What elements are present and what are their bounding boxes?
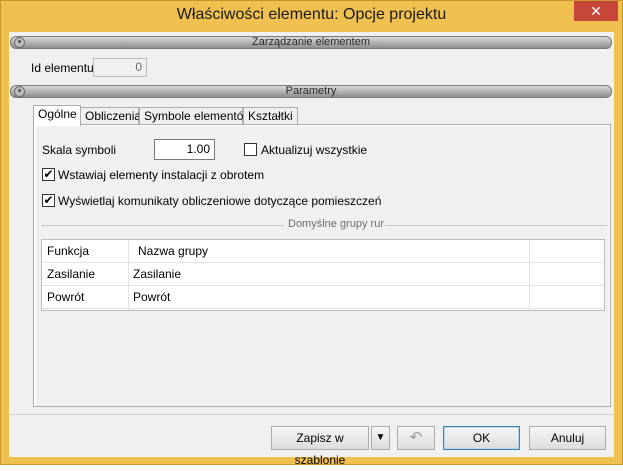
undo-button[interactable]: ↶ xyxy=(397,426,435,450)
tab-panel-general: Skala symboli 1.00 Aktualizuj wszystkie … xyxy=(33,124,611,407)
column-divider xyxy=(128,240,129,310)
close-icon: ✕ xyxy=(590,3,602,19)
close-button[interactable]: ✕ xyxy=(574,1,618,21)
show-messages-checkbox[interactable]: ✔ xyxy=(42,194,55,207)
table-cell[interactable]: Powrót xyxy=(42,286,84,309)
check-icon: ✔ xyxy=(43,167,54,181)
save-template-button[interactable]: Zapisz w szablonie xyxy=(271,426,369,467)
symbol-scale-input[interactable]: 1.00 xyxy=(154,139,215,160)
cancel-button[interactable]: Anuluj xyxy=(529,426,606,450)
collapse-icon[interactable]: ▾ xyxy=(14,86,25,97)
insert-with-rotation-label: Wstawiaj elementy instalacji z obrotem xyxy=(58,168,265,182)
general-options: Skala symboli 1.00 Aktualizuj wszystkie … xyxy=(36,126,609,406)
column-header-function[interactable]: Funkcja xyxy=(42,240,128,263)
table-row[interactable]: Powrót Powrót xyxy=(42,286,604,309)
element-id-label: Id elementu xyxy=(31,61,94,75)
table-cell[interactable]: Powrót xyxy=(128,286,170,309)
update-all-label: Aktualizuj wszystkie xyxy=(261,143,368,157)
element-id-field: 0 xyxy=(93,58,147,77)
window-title: Właściwości elementu: Opcje projektu xyxy=(176,6,447,23)
tab-general[interactable]: Ogólne xyxy=(33,105,81,126)
update-all-checkbox[interactable] xyxy=(244,143,257,156)
undo-icon: ↶ xyxy=(409,429,423,446)
footer-separator xyxy=(9,414,614,415)
default-groups-title: Domyślne grupy rur xyxy=(288,218,384,230)
chevron-down-icon: ▼ xyxy=(375,432,386,443)
management-section-header[interactable]: ▾ Zarządzanie elementem xyxy=(10,36,612,49)
table-row[interactable]: Zasilanie Zasilanie xyxy=(42,263,604,286)
parameters-section-title: Parametry xyxy=(285,85,337,97)
table-header: Funkcja Nazwa grupy xyxy=(42,240,604,263)
insert-with-rotation-checkbox[interactable]: ✔ xyxy=(42,168,55,181)
title-bar[interactable]: Właściwości elementu: Opcje projektu ✕ xyxy=(1,1,622,31)
ok-button[interactable]: OK xyxy=(443,426,520,450)
dialog-content: ▾ Zarządzanie elementem Id elementu 0 ▾ … xyxy=(9,32,614,467)
check-icon: ✔ xyxy=(43,193,54,207)
pipe-groups-table: Funkcja Nazwa grupy Zasilanie Zasilanie … xyxy=(41,239,605,311)
group-divider-right xyxy=(385,225,607,226)
column-header-group-name[interactable]: Nazwa grupy xyxy=(133,240,283,263)
show-messages-label: Wyświetlaj komunikaty obliczeniowe dotyc… xyxy=(58,194,382,208)
column-divider xyxy=(529,240,530,310)
group-divider-left xyxy=(42,225,284,226)
table-cell[interactable]: Zasilanie xyxy=(128,263,181,286)
management-section-title: Zarządzanie elementem xyxy=(251,36,370,48)
collapse-icon[interactable]: ▾ xyxy=(14,37,25,48)
symbol-scale-label: Skala symboli xyxy=(42,143,117,157)
dialog-window: Właściwości elementu: Opcje projektu ✕ ▾… xyxy=(0,0,623,467)
parameters-section-header[interactable]: ▾ Parametry xyxy=(10,85,612,98)
table-cell[interactable]: Zasilanie xyxy=(42,263,95,286)
save-template-dropdown[interactable]: ▼ xyxy=(371,426,390,450)
